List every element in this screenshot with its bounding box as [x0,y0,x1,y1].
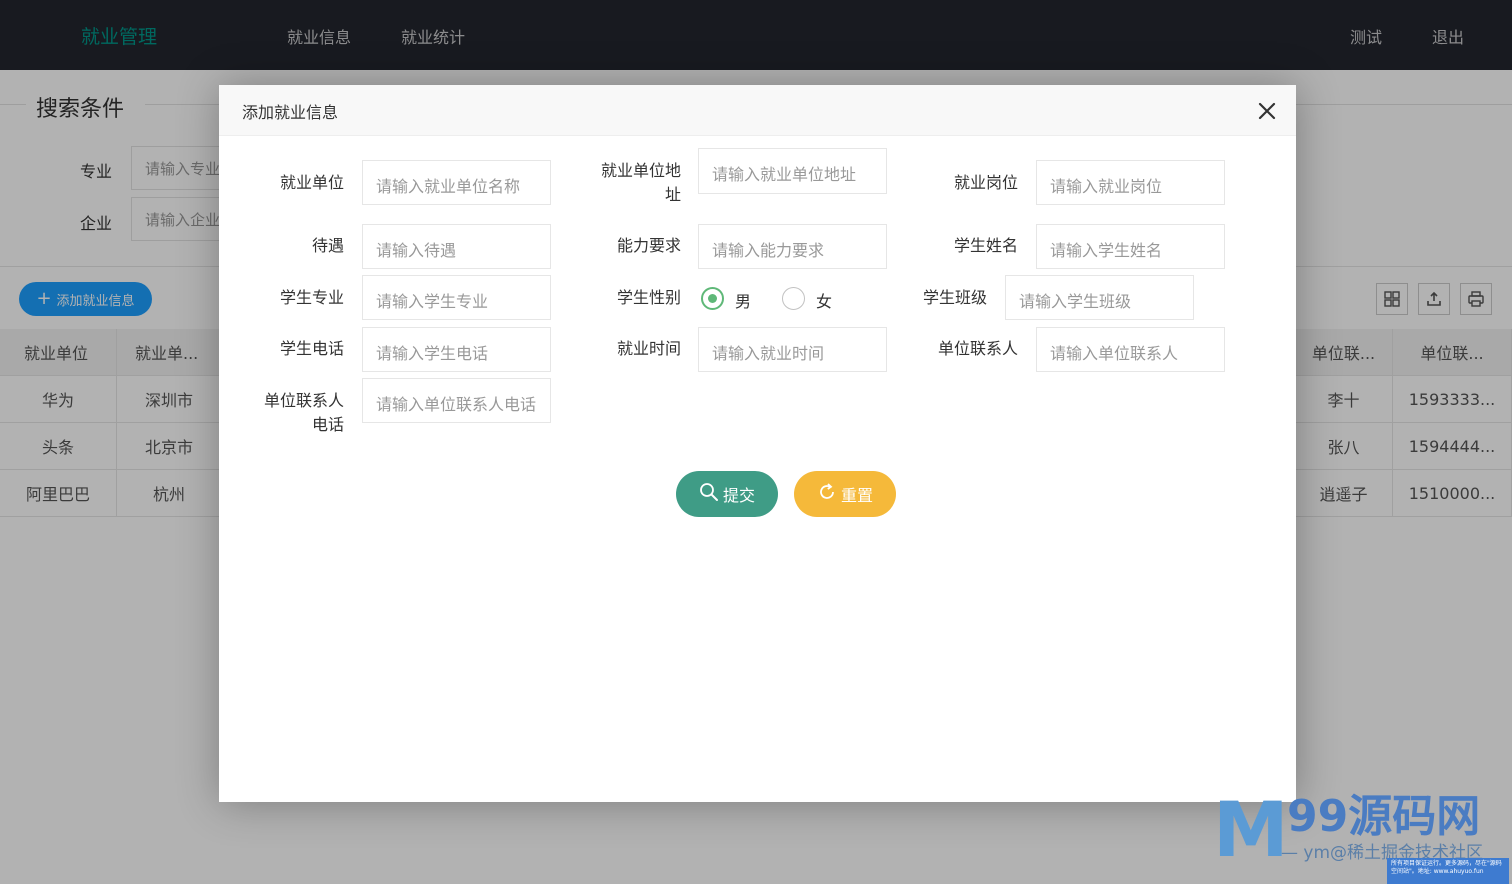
salary-label: 待遇 [311,236,344,255]
submit-button[interactable]: 提交 [676,471,778,517]
watermark-note: 所有项目保证运行。更多源码，尽在"源码空间站"。地址: www.ahuyuo.f… [1387,858,1509,884]
post-input[interactable]: 请输入就业岗位 [1036,160,1225,205]
close-icon[interactable] [1257,101,1277,121]
student-phone-input[interactable]: 请输入学生电话 [362,327,551,372]
salary-input[interactable]: 请输入待遇 [362,224,551,269]
submit-label: 提交 [722,486,755,505]
employment-time-input[interactable]: 请输入就业时间 [698,327,887,372]
watermark-brand: 99源码网 [1287,791,1481,842]
gender-male-radio[interactable] [701,287,724,310]
address-input[interactable]: 请输入就业单位地址 [698,148,887,194]
gender-female-radio[interactable] [782,287,805,310]
address-label: 就业单位地 址 [600,161,681,204]
reset-button[interactable]: 重置 [794,471,896,517]
gender-label: 学生性别 [616,288,681,307]
watermark: M 99源码网 — ym@稀土掘金技术社区 所有项目保证运行。更多源码，尽在"源… [1213,780,1512,884]
modal-header: 添加就业信息 [219,85,1296,136]
refresh-icon [817,482,837,506]
ability-label: 能力要求 [616,236,681,255]
modal-title: 添加就业信息 [242,103,339,122]
unit-contact-phone-label: 单位联系人 电话 [263,391,344,434]
gender-male-text[interactable]: 男 [735,288,751,312]
student-name-label: 学生姓名 [953,236,1018,255]
unit-label: 就业单位 [279,173,344,192]
watermark-logo-icon: M [1213,785,1289,874]
student-class-label: 学生班级 [922,288,987,307]
search-icon [699,482,719,506]
student-phone-label: 学生电话 [279,339,344,358]
student-name-input[interactable]: 请输入学生姓名 [1036,224,1225,269]
add-employment-modal: 添加就业信息 就业单位 请输入就业单位名称 就业单位地 址 请输入就业单位地址 … [219,85,1296,802]
unit-contact-input[interactable]: 请输入单位联系人 [1036,327,1225,372]
student-major-input[interactable]: 请输入学生专业 [362,275,551,320]
student-class-input[interactable]: 请输入学生班级 [1005,275,1194,320]
unit-contact-phone-input[interactable]: 请输入单位联系人电话 [362,378,551,423]
student-major-label: 学生专业 [279,288,344,307]
post-label: 就业岗位 [953,173,1018,192]
reset-label: 重置 [840,486,873,505]
gender-female-text[interactable]: 女 [816,288,832,312]
employment-time-label: 就业时间 [616,339,681,358]
unit-contact-label: 单位联系人 [937,339,1018,358]
ability-input[interactable]: 请输入能力要求 [698,224,887,269]
unit-input[interactable]: 请输入就业单位名称 [362,160,551,205]
